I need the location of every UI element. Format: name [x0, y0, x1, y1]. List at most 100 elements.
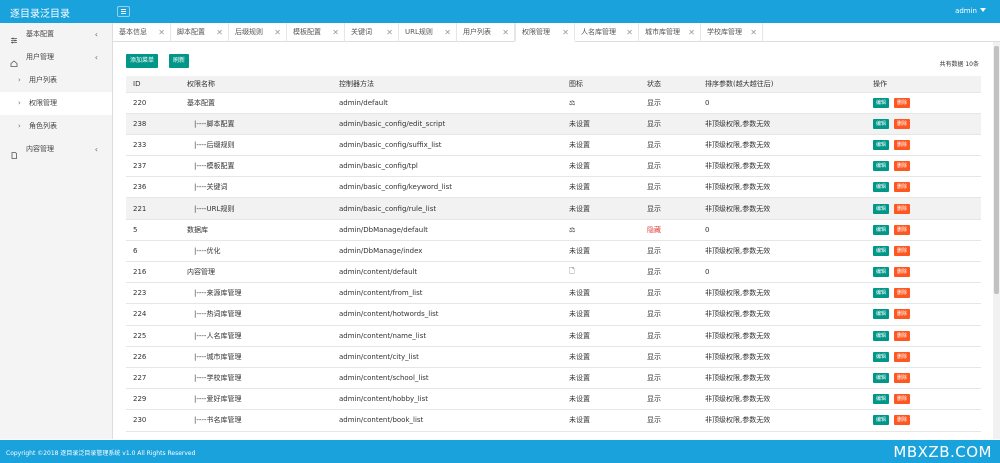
tab-5[interactable]: 关键词 ✕ — [345, 23, 399, 42]
delete-button[interactable]: 删除 — [894, 118, 911, 129]
edit-button[interactable]: 编辑 — [873, 203, 890, 214]
delete-button[interactable]: 删除 — [894, 288, 911, 299]
cell-sort: 非顶级权限,参数无效 — [698, 367, 866, 390]
close-icon[interactable]: ✕ — [750, 23, 757, 42]
cell-name: |----关键词 — [180, 176, 332, 199]
close-icon[interactable]: ✕ — [626, 23, 633, 42]
cell-actions: 编辑 删除 — [866, 92, 981, 114]
close-icon[interactable]: ✕ — [332, 23, 339, 42]
edit-button[interactable]: 编辑 — [873, 139, 890, 150]
sidebar-item[interactable]: 内容管理 ‹ — [0, 138, 112, 161]
refresh-button[interactable]: 刷新 — [169, 54, 190, 68]
cell-method: admin/content/from_list — [332, 282, 562, 305]
sidebar-item[interactable]: › 用户列表 — [0, 69, 112, 92]
edit-button[interactable]: 编辑 — [873, 245, 890, 256]
edit-button[interactable]: 编辑 — [873, 373, 890, 384]
delete-button[interactable]: 删除 — [894, 373, 911, 384]
edit-button[interactable]: 编辑 — [873, 267, 890, 278]
edit-button[interactable]: 编辑 — [873, 415, 890, 426]
cell-icon: 未设置 — [562, 134, 640, 157]
tab-7[interactable]: 用户列表 ✕ — [457, 23, 515, 42]
tab-9[interactable]: 人名库管理 ✕ — [575, 23, 639, 42]
vertical-scrollbar[interactable] — [993, 42, 1000, 439]
edit-button[interactable]: 编辑 — [873, 118, 890, 129]
close-icon[interactable]: ✕ — [688, 23, 695, 42]
edit-button[interactable]: 编辑 — [873, 161, 890, 172]
sidebar-item[interactable]: › 权限管理 — [0, 92, 112, 115]
table-row: 233 |----后缀规则 admin/basic_config/suffix_li… — [126, 134, 981, 157]
delete-button[interactable]: 删除 — [894, 139, 911, 150]
close-icon[interactable]: ✕ — [444, 23, 451, 42]
cell-status: 显示 — [640, 388, 698, 411]
edit-button[interactable]: 编辑 — [873, 394, 890, 405]
delete-button[interactable]: 删除 — [894, 394, 911, 405]
close-icon[interactable]: ✕ — [274, 23, 281, 42]
sidebar-item[interactable]: 用户管理 ‹ — [0, 46, 112, 69]
edit-button[interactable]: 编辑 — [873, 288, 890, 299]
cell-sort: 非顶级权限,参数无效 — [698, 176, 866, 199]
tab-2[interactable]: 脚本配置 ✕ — [171, 23, 229, 42]
cell-name: |----脚本配置 — [180, 113, 332, 135]
edit-button[interactable]: 编辑 — [873, 330, 890, 341]
edit-button[interactable]: 编辑 — [873, 182, 890, 193]
caret-down-icon — [980, 8, 986, 12]
edit-button[interactable]: 编辑 — [873, 309, 890, 320]
cell-method: admin/basic_config/edit_script — [332, 113, 562, 135]
edit-button[interactable]: 编辑 — [873, 351, 890, 362]
close-icon[interactable]: ✕ — [386, 23, 393, 42]
document-icon — [10, 146, 18, 159]
cell-sort: 0 — [698, 92, 866, 114]
tab-3[interactable]: 后缀规则 ✕ — [229, 23, 287, 42]
tab-6[interactable]: URL规则 ✕ — [399, 23, 457, 42]
tab-8[interactable]: 权限管理 ✕ — [515, 23, 575, 42]
delete-button[interactable]: 删除 — [894, 415, 911, 426]
cell-method: admin/default — [332, 92, 562, 114]
table-row: 216 内容管理 admin/content/default 🗋 显示 0 编辑 删除 — [126, 261, 981, 284]
close-icon[interactable]: ✕ — [216, 23, 223, 42]
edit-button[interactable]: 编辑 — [873, 97, 890, 108]
delete-button[interactable]: 删除 — [894, 351, 911, 362]
cell-id: 5 — [126, 219, 180, 241]
edit-button[interactable]: 编辑 — [873, 224, 890, 235]
delete-button[interactable]: 删除 — [894, 330, 911, 341]
top-bar: 逐目录泛目录 admin — [0, 0, 1000, 23]
tab-11[interactable]: 学校库管理 ✕ — [701, 23, 763, 42]
cell-name: 内容管理 — [180, 261, 332, 284]
delete-button[interactable]: 删除 — [894, 309, 911, 320]
delete-button[interactable]: 删除 — [894, 97, 911, 108]
user-menu[interactable]: admin — [955, 7, 986, 15]
close-icon[interactable]: ✕ — [562, 23, 569, 42]
cell-actions: 编辑 删除 — [866, 155, 981, 178]
add-menu-button[interactable]: 添加菜单 — [126, 54, 159, 68]
cell-method: admin/content/hotwords_list — [332, 303, 562, 326]
column-header: ID — [126, 76, 180, 93]
tab-10[interactable]: 城市库管理 ✕ — [639, 23, 701, 42]
delete-button[interactable]: 删除 — [894, 161, 911, 172]
cell-icon: ⚖ — [562, 219, 640, 241]
chevron-right-icon: › — [18, 99, 21, 107]
menu-toggle-icon[interactable] — [117, 6, 130, 17]
cell-status: 显示 — [640, 155, 698, 178]
cell-status: 显示 — [640, 303, 698, 326]
close-icon[interactable]: ✕ — [158, 23, 165, 42]
copyright-text: Copyright ©2018 逐目录泛目录管理系统 v1.0 All Righ… — [6, 450, 196, 457]
sidebar-item-label: 基本配置 — [26, 30, 54, 38]
main-content: 添加菜单 刷新 共有数据 10条 ID 权限名称 控制器方法 图标 状态 排序参数(越大越… — [113, 42, 993, 439]
tab-4[interactable]: 模板配置 ✕ — [287, 23, 345, 42]
delete-button[interactable]: 删除 — [894, 267, 911, 278]
cell-actions: 编辑 删除 — [866, 261, 981, 284]
sidebar-item[interactable]: 基本配置 ‹ — [0, 23, 112, 46]
tab-1[interactable]: 基本信息 ✕ — [113, 23, 171, 42]
delete-button[interactable]: 删除 — [894, 182, 911, 193]
delete-button[interactable]: 删除 — [894, 224, 911, 235]
tab-label: 学校库管理 — [707, 28, 742, 36]
cell-method: admin/basic_config/tpl — [332, 155, 562, 178]
delete-button[interactable]: 删除 — [894, 203, 911, 214]
cell-id: 221 — [126, 197, 180, 220]
delete-button[interactable]: 删除 — [894, 245, 911, 256]
close-icon[interactable]: ✕ — [502, 23, 509, 42]
sidebar-item[interactable]: › 角色列表 — [0, 115, 112, 138]
cell-id: 238 — [126, 113, 180, 135]
cell-status: 显示 — [640, 113, 698, 135]
scrollbar-thumb[interactable] — [994, 46, 999, 294]
